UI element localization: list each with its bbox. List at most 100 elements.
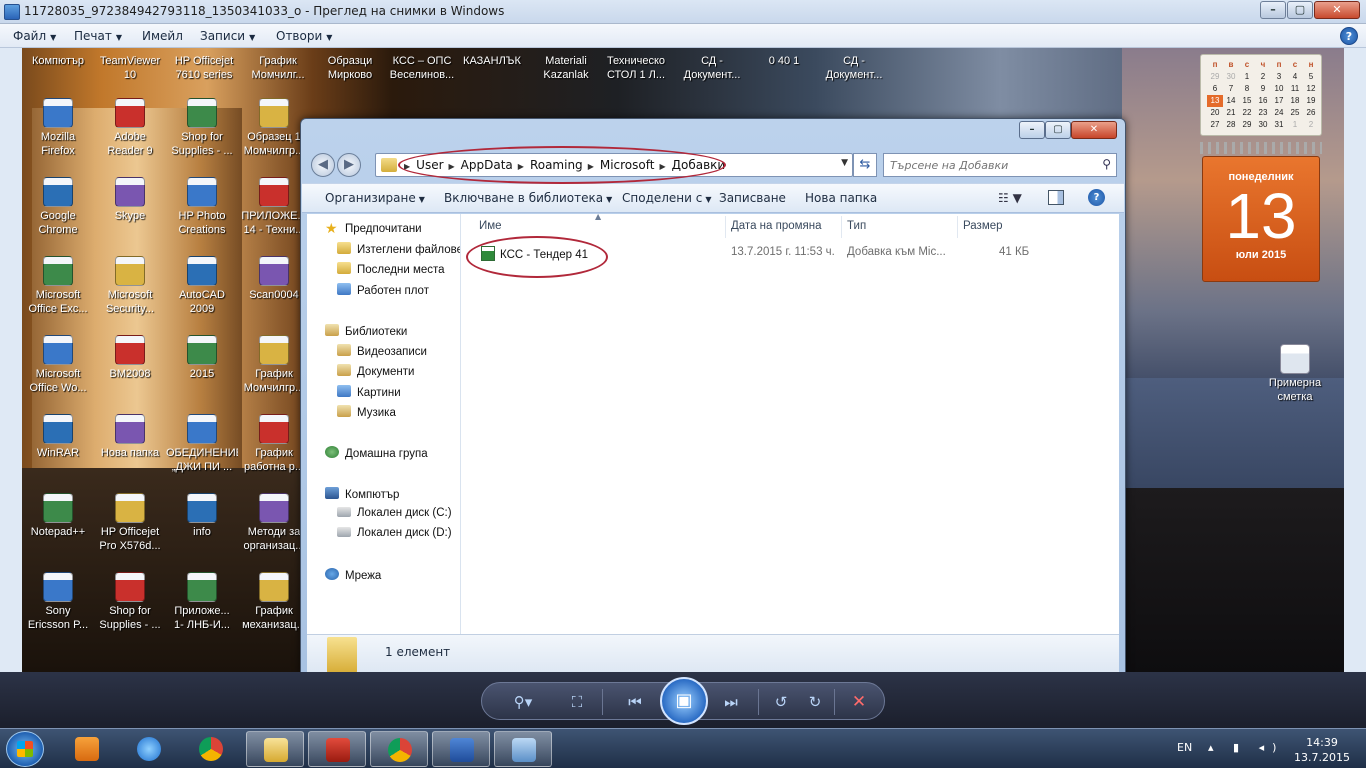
- calendar-day[interactable]: 3: [1271, 71, 1287, 83]
- rotate-right-icon[interactable]: ↻: [802, 690, 828, 714]
- calendar-day[interactable]: 7: [1223, 83, 1239, 95]
- preview-pane-icon[interactable]: [1048, 190, 1064, 205]
- zoom-icon[interactable]: ⚲▾: [506, 690, 540, 714]
- tray-icons[interactable]: ▴ ▮ ◂): [1208, 741, 1284, 754]
- calendar-day[interactable]: 19: [1303, 95, 1319, 107]
- nav-desktop[interactable]: Работен плот: [337, 283, 429, 297]
- taskbar-chrome[interactable]: [182, 731, 240, 767]
- address-bar[interactable]: ▶ User ▶ AppData ▶ Roaming ▶ Microsoft ▶ Добавки …: [375, 153, 853, 177]
- column-size[interactable]: Размер: [963, 220, 1003, 232]
- file-row[interactable]: КСС - Тендер 41 13.7.2015 г. 11:53 ч. До…: [461, 242, 1119, 264]
- menu-open[interactable]: Отвори ▼: [276, 29, 332, 43]
- taskbar-internet-explorer[interactable]: [120, 731, 178, 767]
- nav-favorites[interactable]: ★ Предпочитани: [325, 221, 422, 236]
- desktop-icon-18[interactable]: ОБЕДИНЕНИЕ „ДЖИ ПИ ...: [166, 414, 238, 474]
- column-name[interactable]: Име: [479, 220, 502, 232]
- nav-libraries[interactable]: Библиотеки: [325, 324, 407, 338]
- desktop-icon-10[interactable]: AutoCAD 2009: [166, 256, 238, 316]
- desktop-icon-9[interactable]: Microsoft Security...: [94, 256, 166, 316]
- burn-button[interactable]: Записване: [719, 191, 786, 205]
- menu-burn[interactable]: Записи ▼: [200, 29, 255, 43]
- calendar-day[interactable]: 6: [1207, 83, 1223, 95]
- taskbar-photo-viewer[interactable]: [494, 731, 552, 767]
- calendar-day[interactable]: 2: [1303, 119, 1319, 131]
- explorer-close-button[interactable]: ✕: [1071, 121, 1117, 139]
- calendar-day[interactable]: 16: [1255, 95, 1271, 107]
- desktop-icon-12[interactable]: Microsoft Office Wo...: [22, 335, 94, 395]
- calendar-day[interactable]: 26: [1303, 107, 1319, 119]
- calendar-day[interactable]: 22: [1239, 107, 1255, 119]
- calendar-day[interactable]: 14: [1223, 95, 1239, 107]
- calendar-day[interactable]: 4: [1287, 71, 1303, 83]
- back-button[interactable]: ◀: [311, 153, 335, 177]
- nav-computer[interactable]: Компютър: [325, 487, 399, 501]
- nav-network[interactable]: Мрежа: [325, 568, 381, 582]
- desktop-icon-4[interactable]: Google Chrome: [22, 177, 94, 237]
- calendar-day[interactable]: 9: [1255, 83, 1271, 95]
- menu-print[interactable]: Печат ▼: [74, 29, 122, 43]
- explorer-minimize-button[interactable]: –: [1019, 121, 1045, 139]
- desktop-icon-top-10[interactable]: 0 40 1: [748, 54, 820, 82]
- desktop-icon-26[interactable]: Приложе... 1- ЛНБ-И...: [166, 572, 238, 632]
- nav-pictures[interactable]: Картини: [337, 385, 401, 399]
- actual-size-icon[interactable]: ⛶: [564, 690, 590, 714]
- desktop-icon-top-8[interactable]: Техническо СТОЛ 1 Л...: [600, 54, 672, 82]
- taskbar-word[interactable]: [432, 731, 490, 767]
- calendar-day[interactable]: 21: [1223, 107, 1239, 119]
- breadcrumb-item[interactable]: Roaming: [530, 158, 583, 172]
- delete-icon[interactable]: ✕: [846, 690, 872, 714]
- clock[interactable]: 14:39 13.7.2015 г.: [1290, 735, 1354, 768]
- breadcrumb-item[interactable]: Microsoft: [600, 158, 655, 172]
- calendar-day[interactable]: 23: [1255, 107, 1271, 119]
- breadcrumb-separator-icon[interactable]: ▶: [404, 162, 410, 171]
- breadcrumb-separator-icon[interactable]: ▶: [518, 162, 524, 171]
- calendar-day[interactable]: 13: [1207, 95, 1223, 107]
- language-indicator[interactable]: EN: [1177, 741, 1192, 754]
- desktop-icon-14[interactable]: 2015: [166, 335, 238, 395]
- calendar-gadget-day[interactable]: понеделник 13 юли 2015: [1202, 156, 1320, 282]
- desktop-icon-16[interactable]: WinRAR: [22, 414, 94, 474]
- search-input[interactable]: [890, 157, 1090, 173]
- taskbar-explorer[interactable]: [246, 731, 304, 767]
- start-button[interactable]: [6, 731, 44, 767]
- calendar-day[interactable]: 10: [1271, 83, 1287, 95]
- calendar-day[interactable]: 1: [1239, 71, 1255, 83]
- desktop-icon-8[interactable]: Microsoft Office Exc...: [22, 256, 94, 316]
- desktop-icon-top-7[interactable]: Materiali Kazanlak: [530, 54, 602, 82]
- breadcrumb-item[interactable]: Добавки: [672, 158, 726, 172]
- menu-email[interactable]: Имейл: [142, 29, 183, 43]
- desktop-icon-0[interactable]: Mozilla Firefox: [22, 98, 94, 158]
- refresh-button[interactable]: ⇆: [853, 153, 877, 177]
- chevron-down-icon[interactable]: ▼: [841, 158, 848, 168]
- desktop-icon-top-1[interactable]: TeamViewer 10: [94, 54, 166, 82]
- taskbar-adobe-reader[interactable]: [308, 731, 366, 767]
- desktop-icon-2[interactable]: Shop for Supplies - ...: [166, 98, 238, 158]
- desktop-icon-20[interactable]: Notepad++: [22, 493, 94, 553]
- desktop-icon-top-5[interactable]: КСС – ОПС Веселинов...: [386, 54, 458, 82]
- calendar-day[interactable]: 8: [1239, 83, 1255, 95]
- desktop-icon-13[interactable]: BM2008: [94, 335, 166, 395]
- breadcrumb-separator-icon[interactable]: ▶: [659, 162, 665, 171]
- calendar-day[interactable]: 5: [1303, 71, 1319, 83]
- nav-homegroup[interactable]: Домашна група: [325, 446, 428, 460]
- desktop-icon-22[interactable]: info: [166, 493, 238, 553]
- search-box[interactable]: ⚲: [883, 153, 1117, 177]
- menu-file[interactable]: Файл ▼: [13, 29, 56, 43]
- close-button[interactable]: ✕: [1314, 1, 1360, 19]
- search-icon[interactable]: ⚲: [1102, 157, 1111, 171]
- include-in-library-button[interactable]: Включване в библиотека ▼: [444, 191, 612, 205]
- nav-documents[interactable]: Документи: [337, 364, 414, 378]
- nav-downloads[interactable]: Изтеглени файлове: [337, 242, 460, 256]
- calendar-day[interactable]: 28: [1223, 119, 1239, 131]
- desktop-icon-top-4[interactable]: Образци Мирково: [314, 54, 386, 82]
- column-type[interactable]: Тип: [847, 220, 866, 232]
- breadcrumb-item[interactable]: User: [416, 158, 443, 172]
- desktop-icon-top-9[interactable]: СД - Документ...: [676, 54, 748, 82]
- share-with-button[interactable]: Споделени с ▼: [622, 191, 712, 205]
- desktop-icon-primerna-smetka[interactable]: Примерна сметка: [1256, 344, 1334, 404]
- taskbar-chrome-window[interactable]: [370, 731, 428, 767]
- breadcrumb-separator-icon[interactable]: ▶: [588, 162, 594, 171]
- desktop-icon-25[interactable]: Shop for Supplies - ...: [94, 572, 166, 632]
- nav-drive-d[interactable]: Локален диск (D:): [337, 527, 452, 539]
- calendar-day[interactable]: 15: [1239, 95, 1255, 107]
